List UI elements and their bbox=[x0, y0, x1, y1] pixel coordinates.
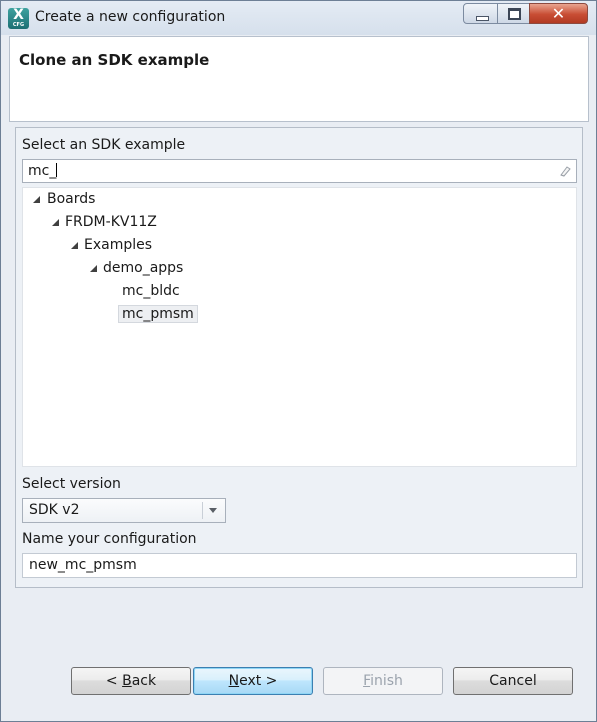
select-divider bbox=[202, 502, 203, 519]
title-bar[interactable]: X CFG Create a new configuration ✕ bbox=[1, 1, 596, 35]
app-icon-caption: CFG bbox=[12, 22, 25, 28]
next-button[interactable]: Next > bbox=[193, 667, 313, 695]
minimize-icon bbox=[476, 16, 489, 21]
next-mnemonic: N bbox=[228, 673, 240, 689]
finish-label: inish bbox=[370, 673, 403, 689]
dialog-window: X CFG Create a new configuration ✕ Clone… bbox=[0, 0, 597, 722]
tree-node-examples[interactable]: Examples bbox=[84, 235, 152, 255]
select-version-label: Select version bbox=[22, 476, 121, 492]
configuration-name-value: new_mc_pmsm bbox=[29, 557, 137, 573]
sdk-example-tree[interactable]: Boards FRDM-KV11Z Examples demo_apps mc_… bbox=[22, 187, 577, 467]
example-search-input[interactable]: mc_ bbox=[22, 159, 577, 183]
configuration-name-label: Name your configuration bbox=[22, 531, 197, 547]
app-icon: X CFG bbox=[8, 8, 29, 29]
tree-node-label: demo_apps bbox=[103, 260, 184, 276]
page-title: Clone an SDK example bbox=[19, 51, 210, 69]
tree-expanded-icon[interactable] bbox=[52, 219, 59, 226]
close-icon: ✕ bbox=[551, 4, 566, 23]
search-value: mc_ bbox=[28, 163, 58, 179]
finish-button[interactable]: Finish bbox=[323, 667, 443, 695]
wizard-header: Clone an SDK example bbox=[9, 36, 589, 122]
tree-expanded-icon[interactable] bbox=[33, 196, 40, 203]
minimize-button[interactable] bbox=[463, 3, 498, 24]
clear-filter-icon[interactable] bbox=[558, 164, 572, 178]
back-label: ack bbox=[131, 673, 157, 689]
tree-node-board[interactable]: FRDM-KV11Z bbox=[65, 212, 157, 232]
window-title: Create a new configuration bbox=[35, 9, 226, 25]
next-label: ext > bbox=[239, 673, 278, 689]
tree-node-label: mc_bldc bbox=[122, 283, 180, 299]
tree-node-mc-pmsm[interactable]: mc_pmsm bbox=[118, 304, 198, 324]
tree-node-boards[interactable]: Boards bbox=[47, 189, 95, 209]
configuration-name-input[interactable]: new_mc_pmsm bbox=[22, 553, 577, 578]
back-button[interactable]: < Back bbox=[71, 667, 191, 695]
cancel-button[interactable]: Cancel bbox=[453, 667, 573, 695]
tree-node-label: Examples bbox=[84, 237, 153, 253]
tree-node-mc-bldc[interactable]: mc_bldc bbox=[122, 281, 180, 301]
back-mnemonic: B bbox=[122, 673, 132, 689]
tree-node-demo-apps[interactable]: demo_apps bbox=[103, 258, 183, 278]
tree-expanded-icon[interactable] bbox=[71, 242, 78, 249]
select-example-label: Select an SDK example bbox=[22, 137, 186, 153]
app-icon-letter: X bbox=[13, 7, 24, 23]
tree-node-label: Boards bbox=[47, 191, 96, 207]
version-select[interactable]: SDK v2 bbox=[22, 498, 226, 523]
tree-expanded-icon[interactable] bbox=[90, 265, 97, 272]
tree-node-label: mc_pmsm bbox=[118, 305, 198, 323]
chevron-down-icon[interactable] bbox=[209, 508, 217, 513]
back-prefix: < bbox=[105, 673, 123, 689]
close-button[interactable]: ✕ bbox=[529, 3, 588, 24]
version-select-value: SDK v2 bbox=[29, 502, 80, 518]
maximize-icon bbox=[508, 8, 521, 20]
tree-node-label: FRDM-KV11Z bbox=[65, 214, 157, 230]
maximize-button[interactable] bbox=[497, 3, 530, 24]
cancel-label: Cancel bbox=[489, 673, 537, 689]
